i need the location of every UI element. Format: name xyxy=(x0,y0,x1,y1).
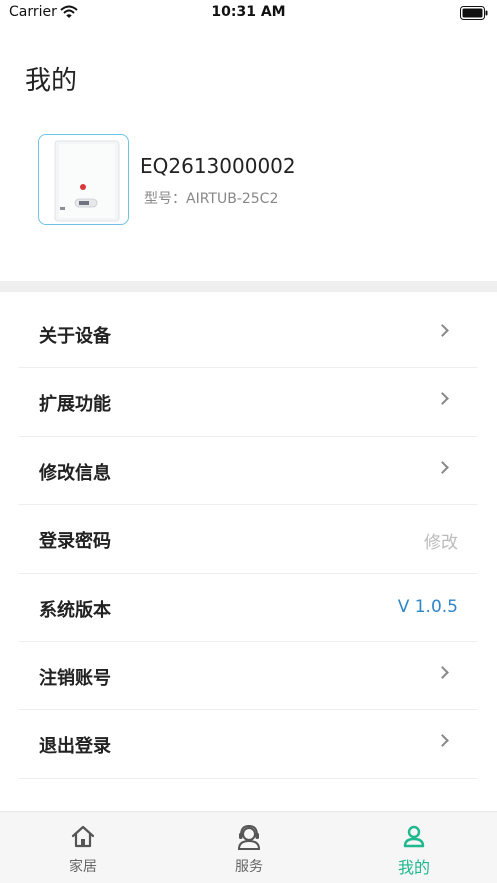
menu-item-label: 扩展功能 xyxy=(39,394,111,416)
menu-item-label: 修改信息 xyxy=(39,462,111,484)
menu-item-system-version: 系统版本 V 1.0.5 xyxy=(19,574,477,642)
battery-icon xyxy=(460,5,488,24)
settings-menu: 关于设备 扩展功能 修改信息 登录密码 修改 系统版本 V 1.0.5 注销账号… xyxy=(19,300,477,779)
status-bar: Carrier 10:31 AM xyxy=(0,0,497,28)
device-model: 型号：AIRTUB-25C2 xyxy=(144,191,279,207)
device-image xyxy=(38,134,129,225)
tab-label: 我的 xyxy=(397,858,430,877)
menu-item-label: 注销账号 xyxy=(39,667,111,689)
menu-item-label: 退出登录 xyxy=(39,736,111,758)
menu-item-label: 关于设备 xyxy=(39,326,111,347)
device-card[interactable]: EQ2613000002 型号：AIRTUB-25C2 xyxy=(38,134,468,228)
change-password-link[interactable]: 修改 xyxy=(424,528,458,553)
menu-item-login-password[interactable]: 登录密码 修改 xyxy=(19,505,477,574)
tab-mine[interactable]: 我的 xyxy=(331,812,497,883)
chevron-right-icon xyxy=(436,460,449,474)
chevron-right-icon xyxy=(436,324,449,337)
menu-item-extended-features[interactable]: 扩展功能 xyxy=(19,368,477,437)
menu-item-about-device[interactable]: 关于设备 xyxy=(19,300,477,369)
home-icon xyxy=(70,824,96,850)
customer-service-icon xyxy=(236,824,262,850)
page-title: 我的 xyxy=(25,66,78,96)
menu-item-delete-account[interactable]: 注销账号 xyxy=(19,642,477,711)
version-value: V 1.0.5 xyxy=(397,596,458,617)
tab-label: 服务 xyxy=(235,859,263,875)
user-icon xyxy=(401,824,427,850)
menu-item-label: 系统版本 xyxy=(39,599,111,621)
menu-item-logout[interactable]: 退出登录 xyxy=(19,710,477,779)
device-id: EQ2613000002 xyxy=(140,154,296,178)
tab-service[interactable]: 服务 xyxy=(166,812,332,883)
tab-home[interactable]: 家居 xyxy=(0,812,166,883)
tab-bar: 家居 服务 我的 xyxy=(0,811,497,883)
chevron-right-icon xyxy=(436,392,449,406)
chevron-right-icon xyxy=(436,666,449,679)
status-time: 10:31 AM xyxy=(211,4,286,20)
chevron-right-icon xyxy=(436,734,449,748)
tab-label: 家居 xyxy=(69,859,97,875)
menu-item-label: 登录密码 xyxy=(39,531,111,553)
section-divider xyxy=(0,281,497,292)
menu-item-edit-info[interactable]: 修改信息 xyxy=(19,437,477,506)
